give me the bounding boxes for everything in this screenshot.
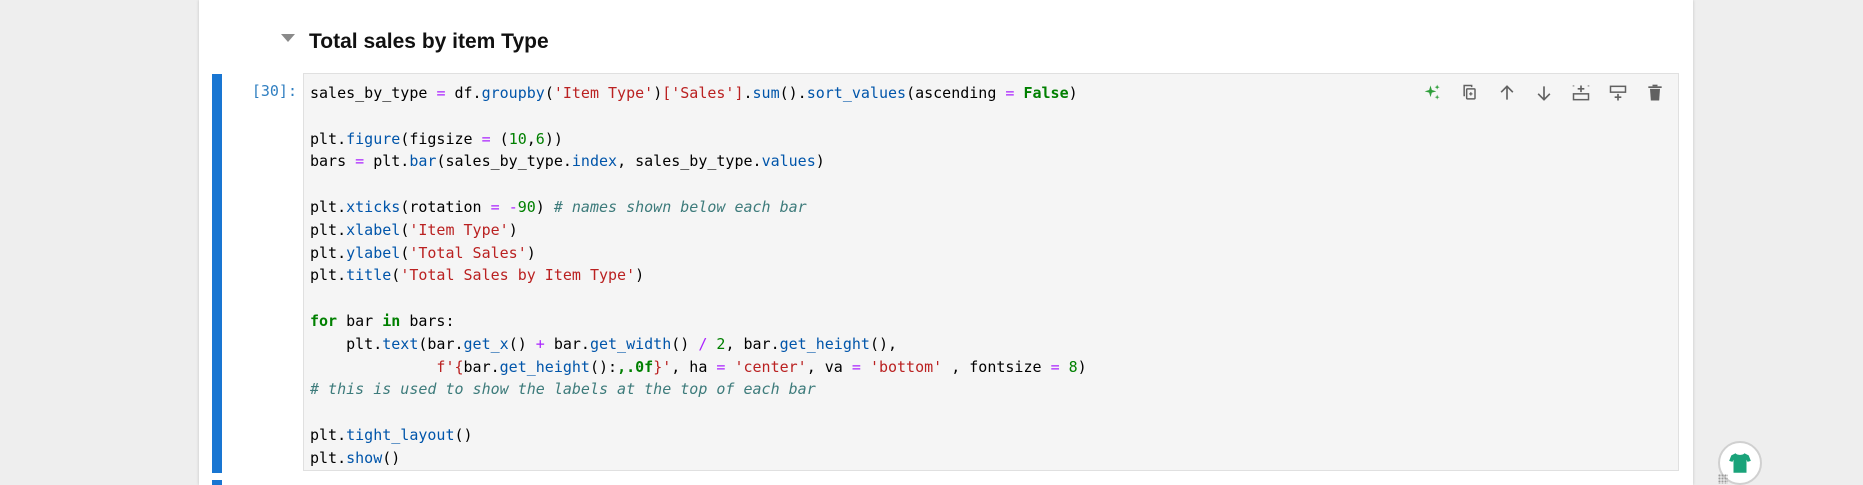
collapse-caret-icon[interactable] — [281, 34, 295, 42]
delete-cell-icon — [1648, 84, 1662, 101]
insert-below-button[interactable] — [1607, 82, 1629, 104]
code-line: bars = plt.bar(sales_by_type.index, sale… — [310, 152, 825, 171]
execution-count-prompt: [30]: — [251, 82, 297, 100]
resize-grip[interactable] — [1718, 474, 1728, 484]
generate-sparkle-button[interactable] — [1422, 82, 1444, 104]
section-heading: Total sales by item Type — [309, 30, 549, 53]
move-down-icon — [1537, 86, 1551, 101]
next-cell-indicator[interactable] — [212, 480, 222, 485]
notebook-panel: Total sales by item Type [30]: sales_by_… — [199, 0, 1693, 485]
move-up-button[interactable] — [1496, 82, 1518, 104]
code-line: # this is used to show the labels at the… — [310, 380, 816, 399]
duplicate-cell-icon — [1463, 84, 1476, 100]
code-line: plt.figure(figsize = (10,6)) — [310, 129, 563, 148]
code-line: plt.tight_layout() — [310, 425, 473, 444]
code-line: for bar in bars: — [310, 311, 455, 330]
code-line: plt.ylabel('Total Sales') — [310, 243, 536, 262]
code-line: f'{bar.get_height():,.0f}', ha = 'center… — [310, 357, 1087, 376]
code-line: plt.text(bar.get_x() + bar.get_width() /… — [310, 334, 898, 353]
code-cell-editor[interactable]: sales_by_type = df.groupby('Item Type')[… — [303, 73, 1679, 471]
insert-above-button[interactable] — [1570, 82, 1592, 104]
code-line: plt.xticks(rotation = -90) # names shown… — [310, 197, 807, 216]
markdown-heading-cell[interactable]: Total sales by item Type — [199, 0, 1693, 70]
code-line: plt.title('Total Sales by Item Type') — [310, 266, 645, 285]
code-line: sales_by_type = df.groupby('Item Type')[… — [310, 84, 1078, 102]
tshirt-icon — [1729, 453, 1751, 473]
move-down-button[interactable] — [1533, 82, 1555, 104]
code-line: plt.show() — [310, 448, 401, 467]
insert-above-icon — [1572, 85, 1590, 101]
cell-toolbar — [1422, 82, 1666, 104]
generate-sparkle-icon — [1424, 84, 1440, 100]
code-line: plt.xlabel('Item Type') — [310, 220, 518, 239]
duplicate-cell-button[interactable] — [1459, 82, 1481, 104]
code-content[interactable]: sales_by_type = df.groupby('Item Type')[… — [310, 82, 1087, 470]
insert-below-icon — [1609, 85, 1627, 101]
active-cell-indicator[interactable] — [212, 74, 222, 473]
move-up-icon — [1500, 85, 1514, 100]
delete-cell-button[interactable] — [1644, 82, 1666, 104]
